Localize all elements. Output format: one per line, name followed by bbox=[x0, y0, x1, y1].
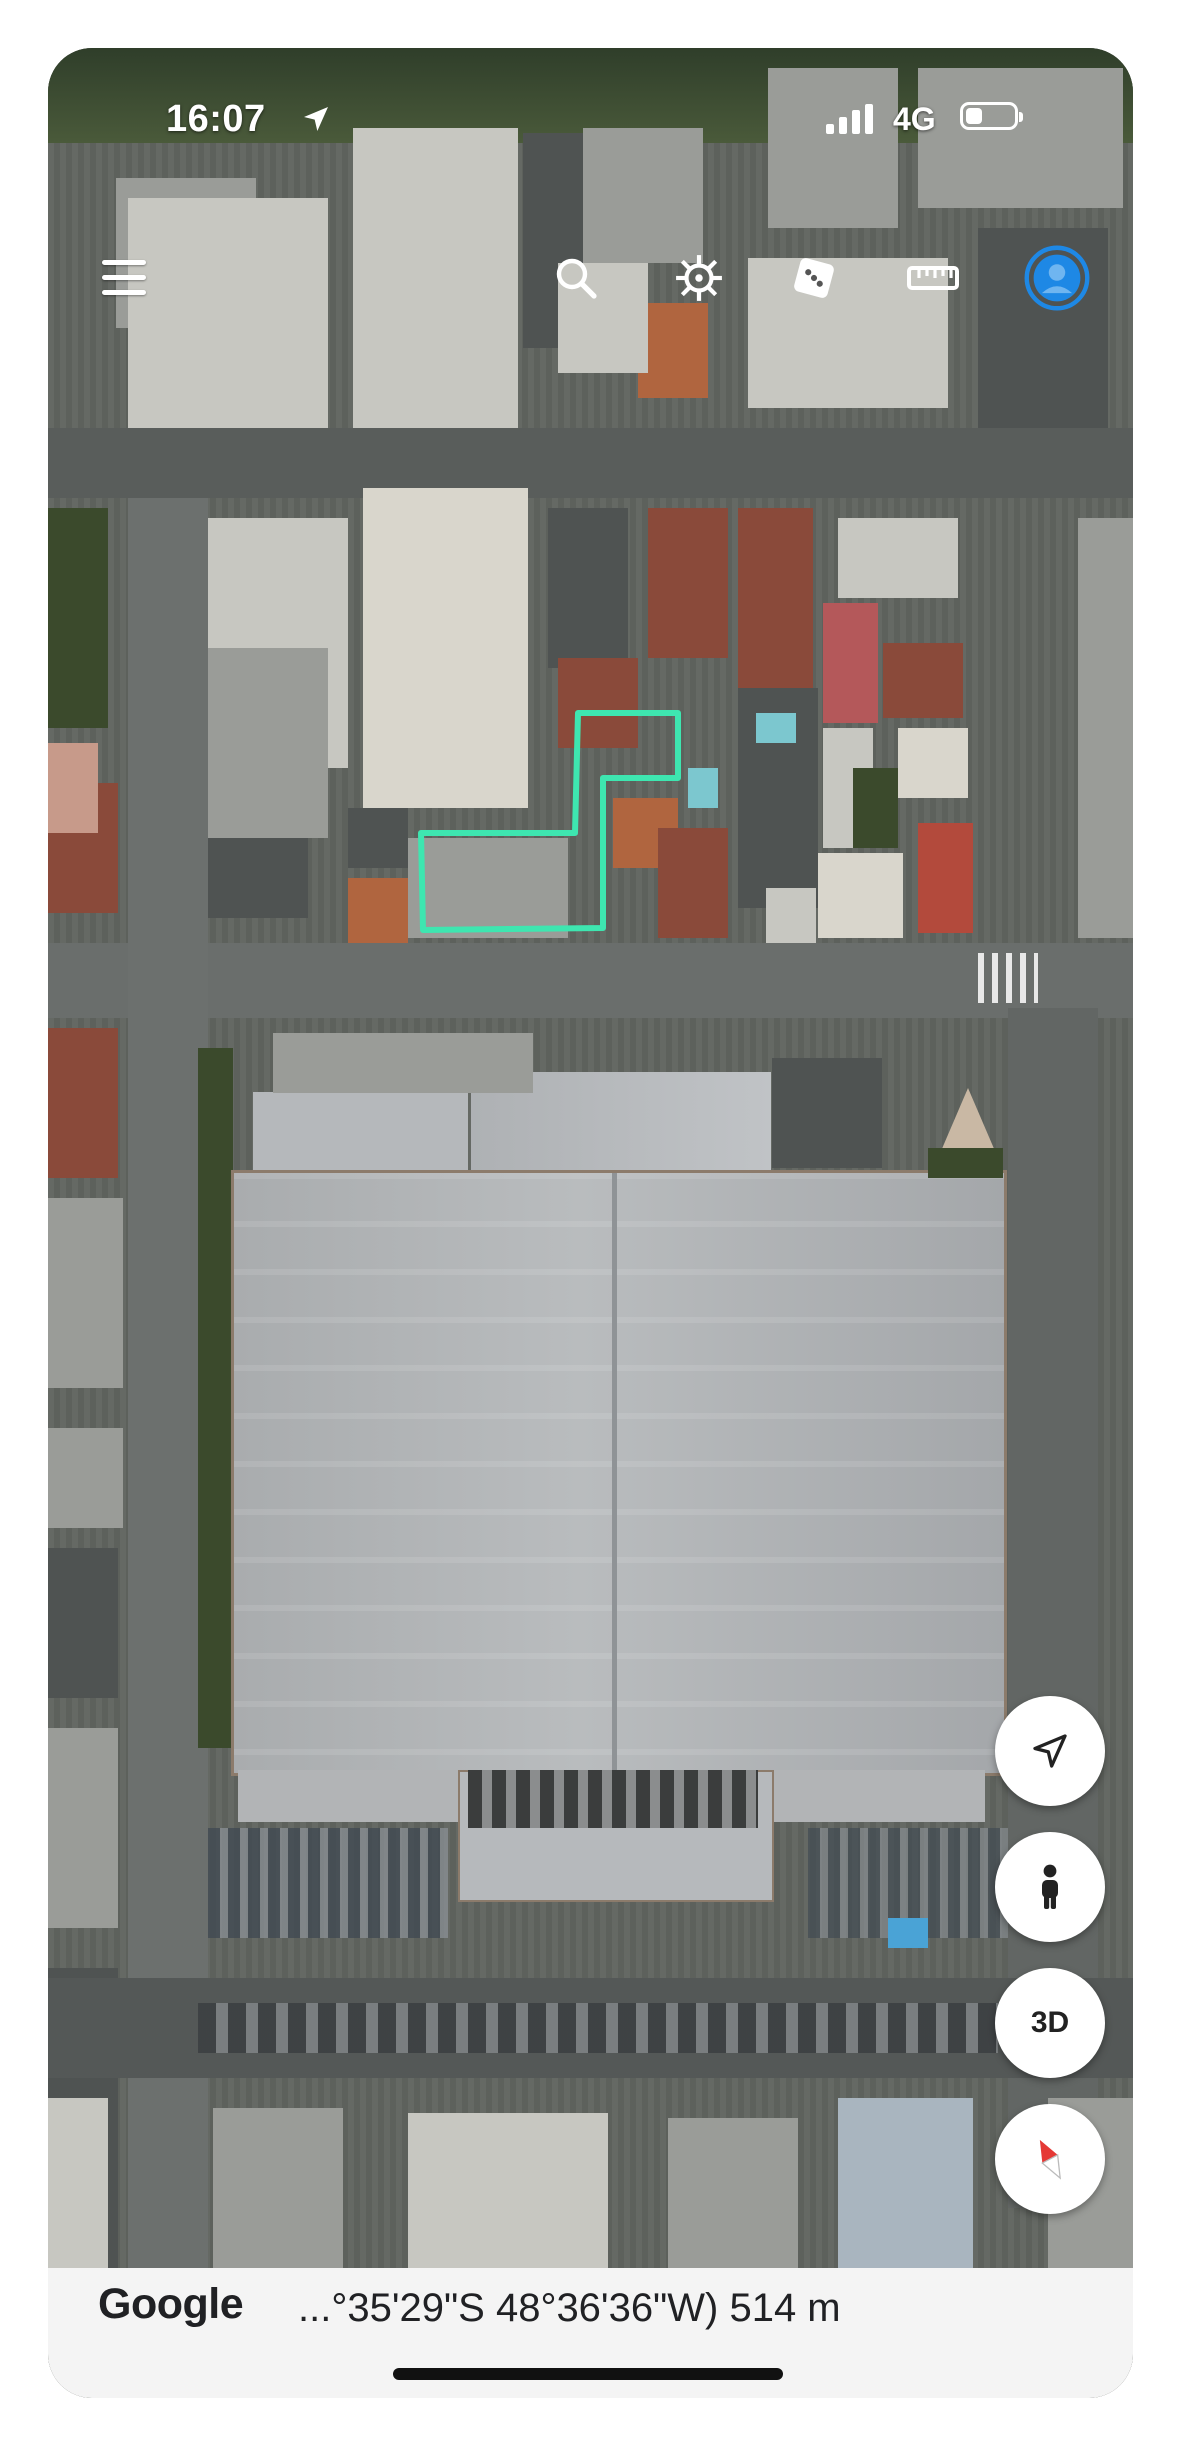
profile-icon[interactable] bbox=[1023, 244, 1091, 312]
warehouse-annex bbox=[253, 1092, 468, 1170]
battery-icon bbox=[960, 102, 1023, 130]
coordinates-readout[interactable]: ...°35'29"S 48°36'36"W) 514 m bbox=[298, 2286, 841, 2331]
3d-label: 3D bbox=[1030, 2006, 1070, 2039]
menu-icon[interactable] bbox=[102, 260, 146, 300]
search-icon[interactable] bbox=[548, 250, 604, 306]
dice-icon[interactable] bbox=[786, 250, 842, 306]
3d-toggle-button[interactable]: 3D bbox=[995, 1968, 1105, 2078]
status-bar: 16:07 4G bbox=[48, 48, 1133, 140]
phone-screen: 16:07 4G 3D Google ...°35'29"S 48°36'36"… bbox=[48, 48, 1133, 2398]
signal-icon bbox=[826, 104, 873, 134]
measure-icon[interactable] bbox=[905, 250, 961, 306]
location-arrow-icon bbox=[304, 107, 328, 131]
home-indicator[interactable] bbox=[393, 2368, 783, 2380]
compass-icon bbox=[1039, 2139, 1061, 2180]
google-logo: Google bbox=[98, 2280, 244, 2328]
status-time: 16:07 bbox=[166, 98, 266, 140]
network-type: 4G bbox=[893, 101, 936, 137]
satellite-map[interactable] bbox=[48, 48, 1133, 2398]
voyager-icon[interactable] bbox=[671, 250, 727, 306]
my-location-icon bbox=[1033, 1734, 1067, 1768]
my-location-button[interactable] bbox=[995, 1696, 1105, 1806]
street-view-button[interactable] bbox=[995, 1832, 1105, 1942]
warehouse-roof bbox=[231, 1170, 1007, 1776]
compass-button[interactable] bbox=[995, 2104, 1105, 2214]
street-view-icon bbox=[1042, 1864, 1058, 1909]
